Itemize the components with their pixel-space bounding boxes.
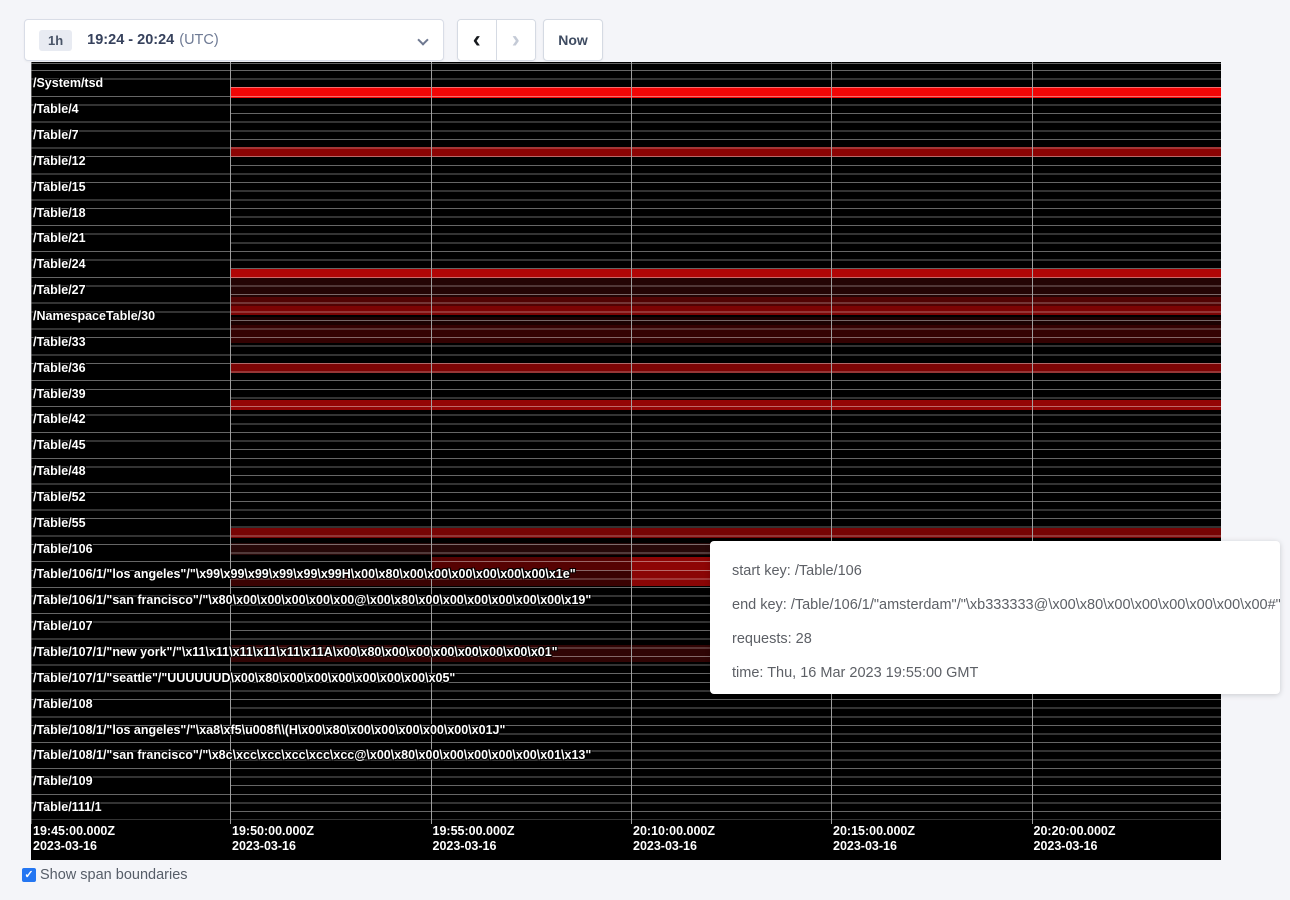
span-label: /Table/108/1/"los angeles"/"\xa8\xf5\u00… [33, 723, 505, 737]
tick-time: 19:50:00.000Z [232, 824, 314, 839]
heat-band [230, 317, 1221, 325]
next-range-button[interactable]: › [497, 20, 536, 60]
heat-band [230, 306, 1221, 315]
span-label: /Table/52 [33, 490, 86, 504]
span-label: /Table/4 [33, 102, 79, 116]
tick-date: 2023-03-16 [633, 839, 715, 854]
span-label: /Table/36 [33, 361, 86, 375]
span-boundary-lines-right [230, 70, 1221, 820]
span-label: /Table/107 [33, 619, 93, 633]
span-label: /Table/109 [33, 774, 93, 788]
heat-band [230, 269, 1221, 278]
span-label: /Table/108 [33, 697, 93, 711]
prev-range-button[interactable]: ‹ [458, 20, 497, 60]
footer-controls: ✓ Show span boundaries [22, 867, 188, 883]
time-gridline [831, 62, 832, 824]
span-label: /Table/42 [33, 412, 86, 426]
chevron-down-icon [417, 34, 428, 45]
time-range-value: 19:24 - 20:24 [87, 32, 174, 48]
time-range-timezone: (UTC) [179, 32, 218, 48]
heat-band [230, 325, 1221, 343]
heat-band [230, 147, 1221, 157]
x-axis-tick: 19:45:00.000Z2023-03-16 [33, 824, 115, 854]
heat-band [230, 278, 1221, 297]
span-label: /Table/111/1 [33, 800, 102, 814]
tick-date: 2023-03-16 [833, 839, 915, 854]
heat-band [230, 570, 631, 586]
hover-tooltip: start key: /Table/106end key: /Table/106… [710, 541, 1280, 694]
time-gridline [1032, 62, 1033, 824]
key-visualizer-canvas[interactable]: /System/tsd/Table/4/Table/7/Table/12/Tab… [31, 62, 1221, 860]
span-label: /Table/7 [33, 128, 79, 142]
time-nav-group: ‹ › [457, 19, 536, 61]
now-button[interactable]: Now [543, 19, 603, 61]
span-label: /Table/24 [33, 257, 86, 271]
span-label: /Table/39 [33, 387, 86, 401]
span-label: /System/tsd [33, 76, 103, 90]
span-label: /Table/18 [33, 206, 86, 220]
x-axis-tick: 20:20:00.000Z2023-03-16 [1034, 824, 1116, 854]
tick-date: 2023-03-16 [232, 839, 314, 854]
span-label: /Table/45 [33, 438, 86, 452]
x-axis-tick: 20:15:00.000Z2023-03-16 [833, 824, 915, 854]
tick-time: 19:45:00.000Z [33, 824, 115, 839]
show-span-boundaries-checkbox[interactable]: ✓ [22, 868, 36, 882]
span-boundary-lines-left [31, 70, 230, 820]
span-boundary-line [31, 63, 1221, 64]
span-label: /NamespaceTable/30 [33, 309, 155, 323]
show-span-boundaries-label: Show span boundaries [40, 867, 188, 883]
span-label: /Table/106 [33, 542, 93, 556]
span-label: /Table/27 [33, 283, 86, 297]
time-range-select[interactable]: 1h 19:24 - 20:24 (UTC) [24, 19, 444, 61]
time-gridline [431, 62, 432, 824]
span-label: /Table/55 [33, 516, 86, 530]
time-gridline [230, 62, 231, 824]
x-axis-tick: 20:10:00.000Z2023-03-16 [633, 824, 715, 854]
tick-date: 2023-03-16 [433, 839, 515, 854]
span-label: /Table/12 [33, 154, 86, 168]
tick-time: 19:55:00.000Z [433, 824, 515, 839]
heat-band [230, 363, 1221, 373]
tooltip-line: start key: /Table/106 [732, 554, 1258, 588]
toolbar: 1h 19:24 - 20:24 (UTC) ‹ › Now [0, 0, 1290, 62]
tick-time: 20:20:00.000Z [1034, 824, 1116, 839]
time-gridline [631, 62, 632, 824]
heat-band [230, 528, 1221, 538]
span-label: /Table/33 [33, 335, 86, 349]
tick-time: 20:15:00.000Z [833, 824, 915, 839]
tick-date: 2023-03-16 [1034, 839, 1116, 854]
span-label: /Table/107/1/"seattle"/"UUUUUUD\x00\x80\… [33, 671, 455, 685]
heat-band [431, 557, 632, 571]
tick-time: 20:10:00.000Z [633, 824, 715, 839]
heat-band [230, 400, 1221, 410]
heat-band [230, 87, 1221, 98]
tooltip-line: requests: 28 [732, 622, 1258, 656]
span-label: /Table/21 [33, 231, 86, 245]
tick-date: 2023-03-16 [33, 839, 115, 854]
time-gridline [31, 62, 32, 824]
heat-band [230, 297, 1221, 306]
time-range-duration-badge: 1h [39, 30, 72, 51]
tooltip-line: time: Thu, 16 Mar 2023 19:55:00 GMT [732, 656, 1258, 690]
x-axis-tick: 19:50:00.000Z2023-03-16 [232, 824, 314, 854]
tooltip-line: end key: /Table/106/1/"amsterdam"/"\xb33… [732, 588, 1258, 622]
span-label: /Table/108/1/"san francisco"/"\x8c\xcc\x… [33, 748, 591, 762]
span-label: /Table/106/1/"san francisco"/"\x80\x00\x… [33, 593, 591, 607]
span-label: /Table/48 [33, 464, 86, 478]
x-axis-tick: 19:55:00.000Z2023-03-16 [433, 824, 515, 854]
span-label: /Table/15 [33, 180, 86, 194]
